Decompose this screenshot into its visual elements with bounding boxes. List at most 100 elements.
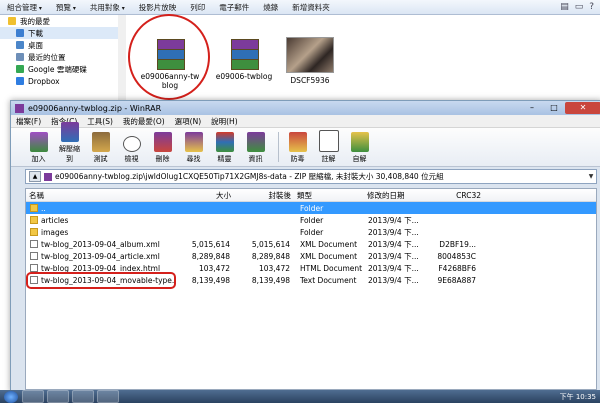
menu-options[interactable]: 選項(N) — [170, 116, 206, 127]
google-drive-icon — [16, 65, 24, 73]
cell-crc32: F4268BF6 — [438, 263, 476, 273]
cell-type: XML Document — [300, 239, 358, 249]
taskbar-ie-button[interactable] — [22, 390, 44, 403]
nav-label: 我的最愛 — [20, 16, 50, 26]
file-item[interactable]: e09006-twblog — [208, 39, 280, 81]
menu-favorites[interactable]: 我的最愛(O) — [118, 116, 170, 127]
tool-label: 自解 — [352, 155, 367, 163]
column-crc32[interactable]: CRC32 — [426, 191, 484, 200]
virus-scan-icon — [288, 132, 307, 152]
column-size[interactable]: 大小 — [176, 190, 234, 201]
cell-size: 5,015,614 — [191, 239, 230, 249]
table-row[interactable]: images Folder 2013/9/4 下... — [26, 226, 596, 238]
list-header: 名稱 大小 封裝後 類型 修改的日期 CRC32 — [26, 189, 596, 202]
nav-google-drive[interactable]: Google 雲端硬碟 — [0, 63, 118, 75]
column-name[interactable]: 名稱 — [26, 190, 176, 201]
file-name: articles — [41, 215, 69, 225]
chevron-down-icon[interactable]: ▼ — [586, 173, 596, 180]
print-button[interactable]: 列印 — [183, 2, 212, 13]
email-button[interactable]: 電子郵件 — [212, 2, 256, 13]
menu-help[interactable]: 說明(H) — [206, 116, 243, 127]
cell-type: XML Document — [300, 251, 358, 261]
column-packed[interactable]: 封裝後 — [234, 190, 294, 201]
preview-button[interactable]: 預覽 — [49, 2, 83, 13]
taskbar-explorer-button[interactable] — [47, 390, 69, 403]
view-button[interactable]: 檢視 — [118, 136, 145, 166]
comment-button[interactable]: 註解 — [315, 130, 342, 166]
nav-favorites[interactable]: 我的最愛 — [0, 15, 118, 27]
table-row[interactable]: tw-blog_2013-09-04_article.xml 8,289,848 8… — [26, 250, 596, 262]
cell-packed: 5,015,614 — [251, 239, 290, 249]
cell-name: .. — [26, 204, 176, 213]
comment-icon — [318, 130, 339, 152]
address-bar[interactable]: ▲ e09006anny-twblog.zip\jwldOlug1CXQE50T… — [25, 169, 597, 184]
burn-button[interactable]: 燒錄 — [256, 2, 285, 13]
table-row[interactable]: articles Folder 2013/9/4 下... — [26, 214, 596, 226]
folder-icon — [30, 204, 38, 212]
file-list: 名稱 大小 封裝後 類型 修改的日期 CRC32 .. Folder article… — [25, 188, 597, 390]
taskbar-winrar-button[interactable] — [97, 390, 119, 403]
menu-bar: 檔案(F) 指令(C) 工具(S) 我的最愛(O) 選項(N) 說明(H) — [11, 115, 600, 128]
tool-label: 解壓縮到 — [59, 145, 80, 163]
maximize-button[interactable]: □ — [543, 102, 565, 114]
table-row[interactable]: tw-blog_2013-09-04_album.xml 5,015,614 5,0… — [26, 238, 596, 250]
help-icon[interactable]: ? — [589, 2, 594, 12]
virus-scan-button[interactable]: 防毒 — [284, 132, 311, 166]
start-button[interactable] — [4, 390, 18, 403]
star-icon — [8, 17, 16, 25]
highlight-circle — [128, 14, 210, 100]
nav-downloads[interactable]: 下載 — [0, 27, 118, 39]
find-icon — [184, 132, 203, 152]
share-with-button[interactable]: 共用對象 — [83, 2, 132, 13]
folder-icon — [30, 228, 38, 236]
delete-button[interactable]: 刪除 — [149, 132, 176, 166]
cell-type: Folder — [300, 203, 324, 213]
add-button[interactable]: 加入 — [25, 132, 52, 166]
new-folder-button[interactable]: 新增資料夾 — [285, 2, 337, 13]
title-bar[interactable]: e09006anny-twblog.zip - WinRAR – □ ✕ — [11, 101, 600, 115]
nav-desktop[interactable]: 桌面 — [0, 39, 118, 51]
close-button[interactable]: ✕ — [565, 102, 600, 114]
minimize-button[interactable]: – — [521, 102, 543, 114]
nav-scrollbar[interactable] — [118, 15, 126, 110]
sfx-button[interactable]: 自解 — [346, 132, 373, 166]
table-row[interactable]: .. Folder — [26, 202, 596, 214]
extract-to-button[interactable]: 解壓縮到 — [56, 122, 83, 166]
file-name: e09006-twblog — [215, 72, 273, 81]
info-button[interactable]: 資訊 — [242, 132, 269, 166]
column-modified[interactable]: 修改的日期 — [364, 190, 426, 201]
file-item[interactable]: DSCF5936 — [274, 37, 346, 85]
taskbar: 下午 10:35 — [0, 390, 600, 403]
nav-recent-places[interactable]: 最近的位置 — [0, 51, 118, 63]
file-name: tw-blog_2013-09-04_album.xml — [41, 239, 160, 249]
clock[interactable]: 下午 10:35 — [560, 392, 600, 402]
cell-name: articles — [26, 216, 176, 225]
nav-dropbox[interactable]: Dropbox — [0, 75, 118, 87]
organize-button[interactable]: 組合管理 — [0, 2, 49, 13]
menu-tools[interactable]: 工具(S) — [82, 116, 118, 127]
cell-type: Text Document — [300, 275, 357, 285]
wizard-icon — [215, 132, 234, 152]
view-options-icon[interactable]: ▤ — [560, 2, 569, 12]
taskbar-media-button[interactable] — [72, 390, 94, 403]
up-folder-button[interactable]: ▲ — [29, 171, 41, 182]
slideshow-button[interactable]: 投影片放映 — [132, 2, 184, 13]
find-button[interactable]: 尋找 — [180, 132, 207, 166]
document-icon — [30, 240, 38, 248]
preview-pane-icon[interactable]: ▭ — [575, 2, 584, 12]
document-icon — [30, 252, 38, 260]
wizard-button[interactable]: 精靈 — [211, 132, 238, 166]
cell-modified: 2013/9/4 下... — [368, 251, 419, 261]
navigation-pane: 我的最愛 下載 桌面 最近的位置 Google 雲端硬碟 Dropbox — [0, 15, 119, 110]
highlight-box — [26, 272, 176, 289]
tool-label: 資訊 — [248, 155, 263, 163]
menu-file[interactable]: 檔案(F) — [11, 116, 46, 127]
cell-type: HTML Document — [300, 263, 363, 273]
tool-label: 加入 — [31, 155, 46, 163]
info-icon — [246, 132, 265, 152]
cell-modified: 2013/9/4 下... — [368, 227, 419, 237]
test-button[interactable]: 測試 — [87, 132, 114, 166]
column-type[interactable]: 類型 — [294, 190, 364, 201]
nav-label: 最近的位置 — [28, 52, 66, 62]
winrar-app-icon — [15, 103, 24, 113]
